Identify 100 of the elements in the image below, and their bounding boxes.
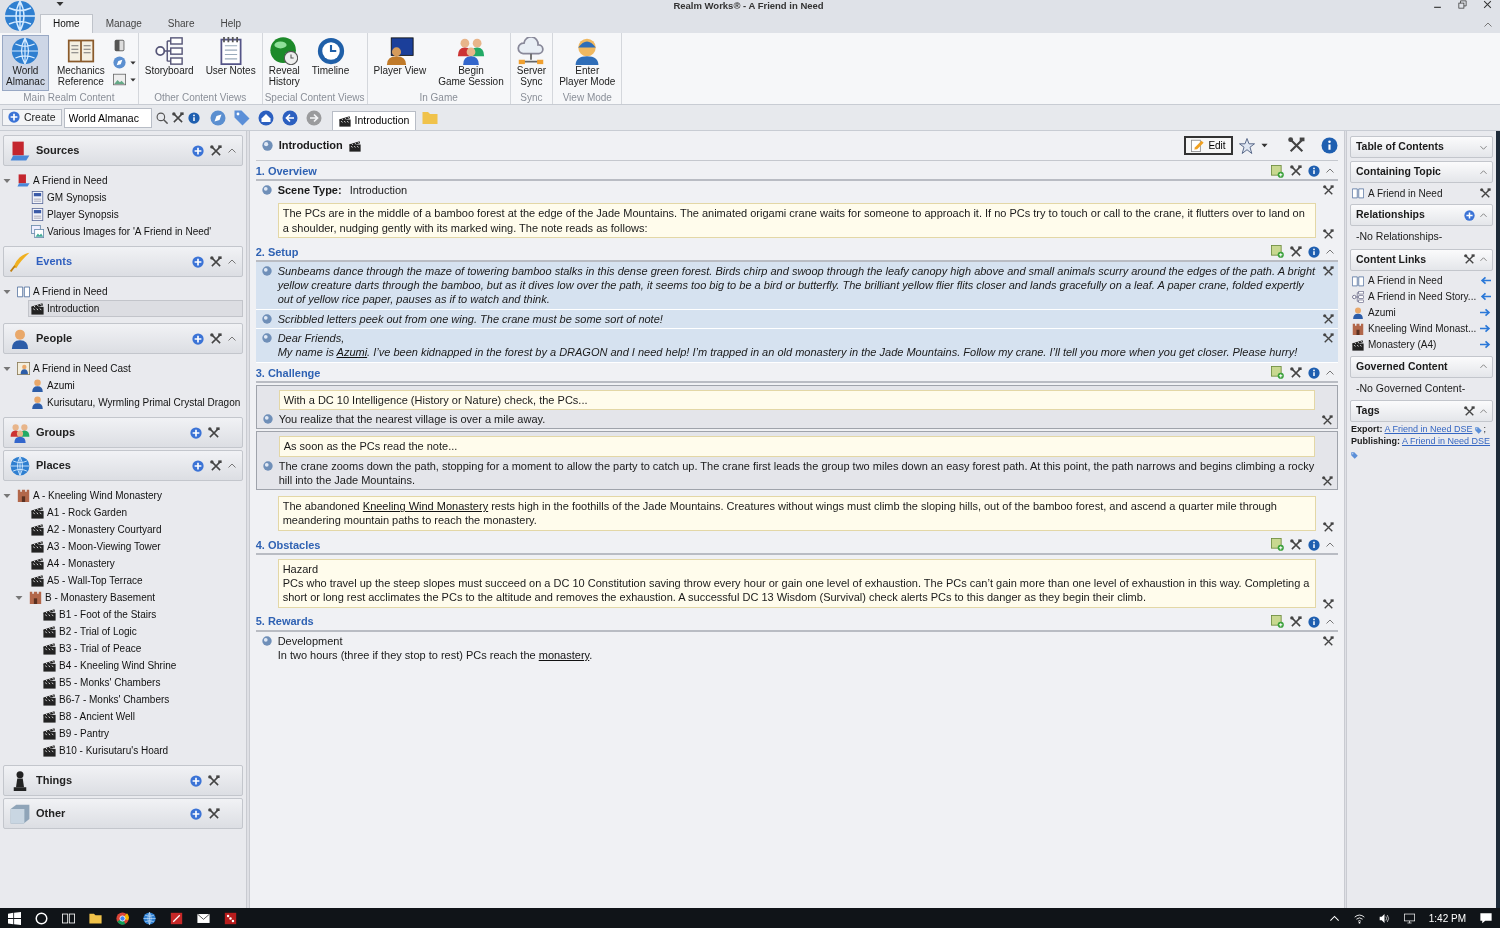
panel-header[interactable]: Content Links: [1350, 248, 1494, 271]
category-title: Places: [36, 458, 72, 473]
category-header[interactable]: People: [3, 323, 244, 354]
tree-item[interactable]: Azumi: [28, 377, 244, 394]
tree-item[interactable]: A5 - Wall-Top Terrace: [28, 572, 244, 589]
clock-time: 1:42 PM: [1428, 911, 1466, 925]
ribbon-button[interactable]: Enter Player Mode: [555, 35, 620, 91]
panel-header[interactable]: Tags: [1350, 400, 1494, 423]
panel-header[interactable]: Relationships: [1350, 204, 1494, 226]
ribbon-button[interactable]: Begin Game Session: [434, 35, 508, 91]
link-item[interactable]: Kneeling Wind Monast...: [1368, 322, 1477, 336]
ribbon-tab[interactable]: Manage: [92, 14, 155, 33]
note-text: Hazard: [282, 561, 320, 577]
tree-item[interactable]: B2 - Trial of Logic: [40, 623, 244, 640]
snippet-text: Sunbeams dance through the maze of towering bamboo stalks in this dense green forest. Birds chirp and swoop through the leafy canopy high above and small animals scurry around the edges of the path. A bright yellow creature darts through the bamboo, but as it dives low over the path, it seems too big to be a bird or butterfly. The brilliant yellow flier flits closer and lands gracefully on a leaf. A paper crane, folded expertly out of yellow rice paper, pauses as if to watch and think.: [277, 263, 1316, 307]
tree-item[interactable]: B - Monastery Basement: [26, 589, 244, 606]
snippet-text: Dear Friends,: [277, 331, 346, 346]
field-value: Introduction: [349, 183, 408, 198]
category-title: Events: [36, 254, 74, 269]
tree-item[interactable]: B5 - Monks' Chambers: [40, 674, 244, 691]
ribbon-button[interactable]: Mechanics Reference: [52, 35, 109, 91]
panel-title: Governed Content: [1356, 359, 1449, 374]
tree-item[interactable]: Player Synopsis: [28, 206, 244, 223]
tag-label: Publishing:: [1351, 435, 1400, 448]
panel-title: Relationships: [1356, 208, 1426, 222]
ribbon-button[interactable]: Player View: [369, 35, 431, 91]
group-label: In Game: [418, 91, 459, 104]
panel-title: Containing Topic: [1356, 165, 1442, 179]
group-label: Other Content Views: [153, 91, 248, 104]
tree-item[interactable]: B9 - Pantry: [40, 725, 244, 742]
tree-item[interactable]: B1 - Foot of the Stairs: [40, 606, 244, 623]
tree-item[interactable]: Introduction: [28, 300, 244, 317]
ribbon-button[interactable]: User Notes: [201, 35, 260, 91]
ribbon-tab[interactable]: Help: [207, 14, 255, 33]
category-header[interactable]: Groups: [3, 417, 244, 448]
tree-item[interactable]: GM Synopsis: [28, 189, 244, 206]
ribbon-button[interactable]: World Almanac: [2, 35, 49, 91]
section-title: 5. Rewards: [255, 614, 315, 629]
note-text: The abandoned Kneeling Wind Monastery rests high in the foothills of the Jade Mountains. Creatures without wings must climb the sloping hills, out of the bamboo forest, and ascend a quarter mile through meandering mountain paths to reach the monastery.: [282, 499, 1278, 528]
field-label: Scene Type:: [277, 183, 342, 198]
panel-title: Tags: [1356, 404, 1381, 419]
tag-link[interactable]: A Friend in Need DSE: [1402, 435, 1491, 448]
panel-header[interactable]: Governed Content: [1350, 355, 1494, 378]
tree-item[interactable]: Kurisutaru, Wyrmling Primal Crystal Dragon: [28, 394, 244, 411]
link-item[interactable]: A Friend in Need: [1368, 186, 1477, 200]
section-title: 2. Setup: [255, 244, 300, 260]
tree-item[interactable]: B6-7 - Monks' Chambers: [40, 691, 244, 708]
ribbon-button[interactable]: Server Sync: [512, 35, 551, 91]
link-item[interactable]: Azumi: [1368, 306, 1477, 320]
category-header[interactable]: Places: [3, 450, 244, 481]
tag-label: Export:: [1351, 424, 1383, 436]
window-title: Realm Works® - A Friend in Need: [673, 0, 824, 12]
tree-item[interactable]: A Friend in Need: [14, 172, 244, 189]
tree-item[interactable]: A4 - Monastery: [28, 555, 244, 572]
link-item[interactable]: A Friend in Need: [1368, 274, 1477, 288]
tree-item[interactable]: B3 - Trial of Peace: [40, 640, 244, 657]
panel-title: Table of Contents: [1356, 140, 1445, 154]
link[interactable]: Kneeling Wind Monastery: [362, 500, 489, 513]
category-header[interactable]: Sources: [3, 135, 244, 166]
tree-item[interactable]: A Friend in Need Cast: [14, 360, 244, 377]
category-header[interactable]: Events: [3, 246, 244, 277]
create-button[interactable]: Create: [2, 108, 62, 127]
document-tab[interactable]: Introduction: [331, 111, 417, 130]
ribbon-button[interactable]: Timeline: [307, 35, 354, 91]
section-title: 4. Obstacles: [255, 537, 322, 552]
tree-item[interactable]: A Friend in Need: [14, 283, 244, 300]
section-title: 1. Overview: [255, 163, 318, 179]
tree-item[interactable]: B4 - Kneeling Wind Shrine: [40, 657, 244, 674]
ribbon-tab[interactable]: Share: [154, 14, 208, 33]
separator: ;: [1483, 424, 1487, 436]
note-text: PCs who travel up the steep slopes must succeed on a DC 10 Constitution saving throw every hour or gain one level of exhaustion. The PCs can’t gain more than one level of exhaustion in this way. Completing a short or long rest acclimates the PCs to the altitude and removes the exhaustion. A successful DC 13 Wisdom (Survival) check alerts PCs to this danger as they begin their climb.: [282, 576, 1311, 605]
ribbon-button[interactable]: Storyboard: [140, 35, 198, 91]
page-title: Introduction: [278, 138, 343, 153]
tag-link[interactable]: A Friend in Need DSE: [1384, 424, 1473, 436]
ribbon-tab[interactable]: Home: [40, 14, 93, 33]
category-header[interactable]: Other: [3, 798, 244, 829]
tree-item[interactable]: A1 - Rock Garden: [28, 504, 244, 521]
category-header[interactable]: Things: [3, 765, 244, 796]
snippet-text: Scribbled letters peek out from one wing. The crane must be some sort of note!: [277, 311, 664, 327]
panel-title: Content Links: [1356, 252, 1427, 267]
link-item[interactable]: Monastery (A4): [1368, 338, 1477, 352]
category-title: Things: [36, 773, 74, 788]
category-title: Other: [36, 806, 67, 821]
panel-header[interactable]: Table of Contents: [1350, 136, 1494, 158]
tree-item[interactable]: B10 - Kurisutaru's Hoard: [40, 742, 244, 759]
tree-item[interactable]: A2 - Monastery Courtyard: [28, 521, 244, 538]
note-text: The PCs are in the middle of a bamboo forest at the edge of the Jade Mountains. The animated origami crane waits for someone to approach it. If no PCs try to touch or call to the crane, it flutters over to land on a shoulder, nudging gently with its marked wing. The note reads as follows:: [282, 206, 1306, 235]
empty-note: -No Governed Content-: [1355, 380, 1467, 396]
tree-item[interactable]: A3 - Moon-Viewing Tower: [28, 538, 244, 555]
panel-header[interactable]: Containing Topic: [1350, 161, 1494, 183]
edit-button[interactable]: Edit: [1184, 136, 1233, 155]
group-label: Sync: [519, 91, 544, 104]
tree-item[interactable]: A - Kneeling Wind Monastery: [14, 487, 244, 504]
snippet-text: My name is Azumi. I’ve been kidnapped in the forest by a DRAGON and I need help! I’m trapped in an old monastery in the Jade Mountains. Follow my crane. I’ll tell you more when you get closer. Please hurry!: [277, 345, 1299, 360]
group-label: Main Realm Content: [22, 91, 116, 104]
search-field[interactable]: World Almanac: [63, 107, 152, 128]
tree-item[interactable]: Various Images for 'A Friend in Need': [28, 223, 244, 240]
tree-item[interactable]: B8 - Ancient Well: [40, 708, 244, 725]
link-item[interactable]: A Friend in Need Story...: [1368, 290, 1477, 304]
ribbon-button[interactable]: Reveal History: [264, 35, 304, 91]
